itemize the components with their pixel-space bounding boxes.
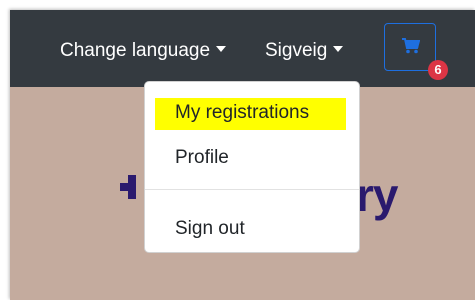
top-navbar: Change language Sigveig 6	[10, 10, 475, 87]
menu-item-label: Sign out	[175, 218, 245, 239]
user-menu-dropdown[interactable]: Sigveig	[265, 40, 344, 62]
menu-item-label: Profile	[175, 147, 229, 168]
menu-divider	[145, 189, 359, 190]
user-dropdown-menu: My registrations Profile Sign out	[144, 81, 360, 253]
change-language-dropdown[interactable]: Change language	[60, 40, 227, 62]
cart-button[interactable]	[384, 23, 436, 71]
shopping-cart-icon	[402, 38, 420, 54]
app-window: Change language Sigveig 6 ry My registra…	[10, 10, 475, 300]
menu-item-profile[interactable]: Profile	[145, 140, 359, 176]
cart-count-badge: 6	[428, 60, 448, 80]
logo-text-fragment: ry	[356, 169, 398, 221]
menu-item-label: My registrations	[175, 102, 310, 123]
caret-down-icon	[333, 46, 344, 52]
change-language-label: Change language	[60, 40, 211, 61]
menu-item-my-registrations[interactable]: My registrations	[145, 95, 359, 131]
user-name-label: Sigveig	[265, 40, 328, 61]
caret-down-icon	[216, 46, 227, 52]
menu-item-sign-out[interactable]: Sign out	[145, 211, 359, 247]
